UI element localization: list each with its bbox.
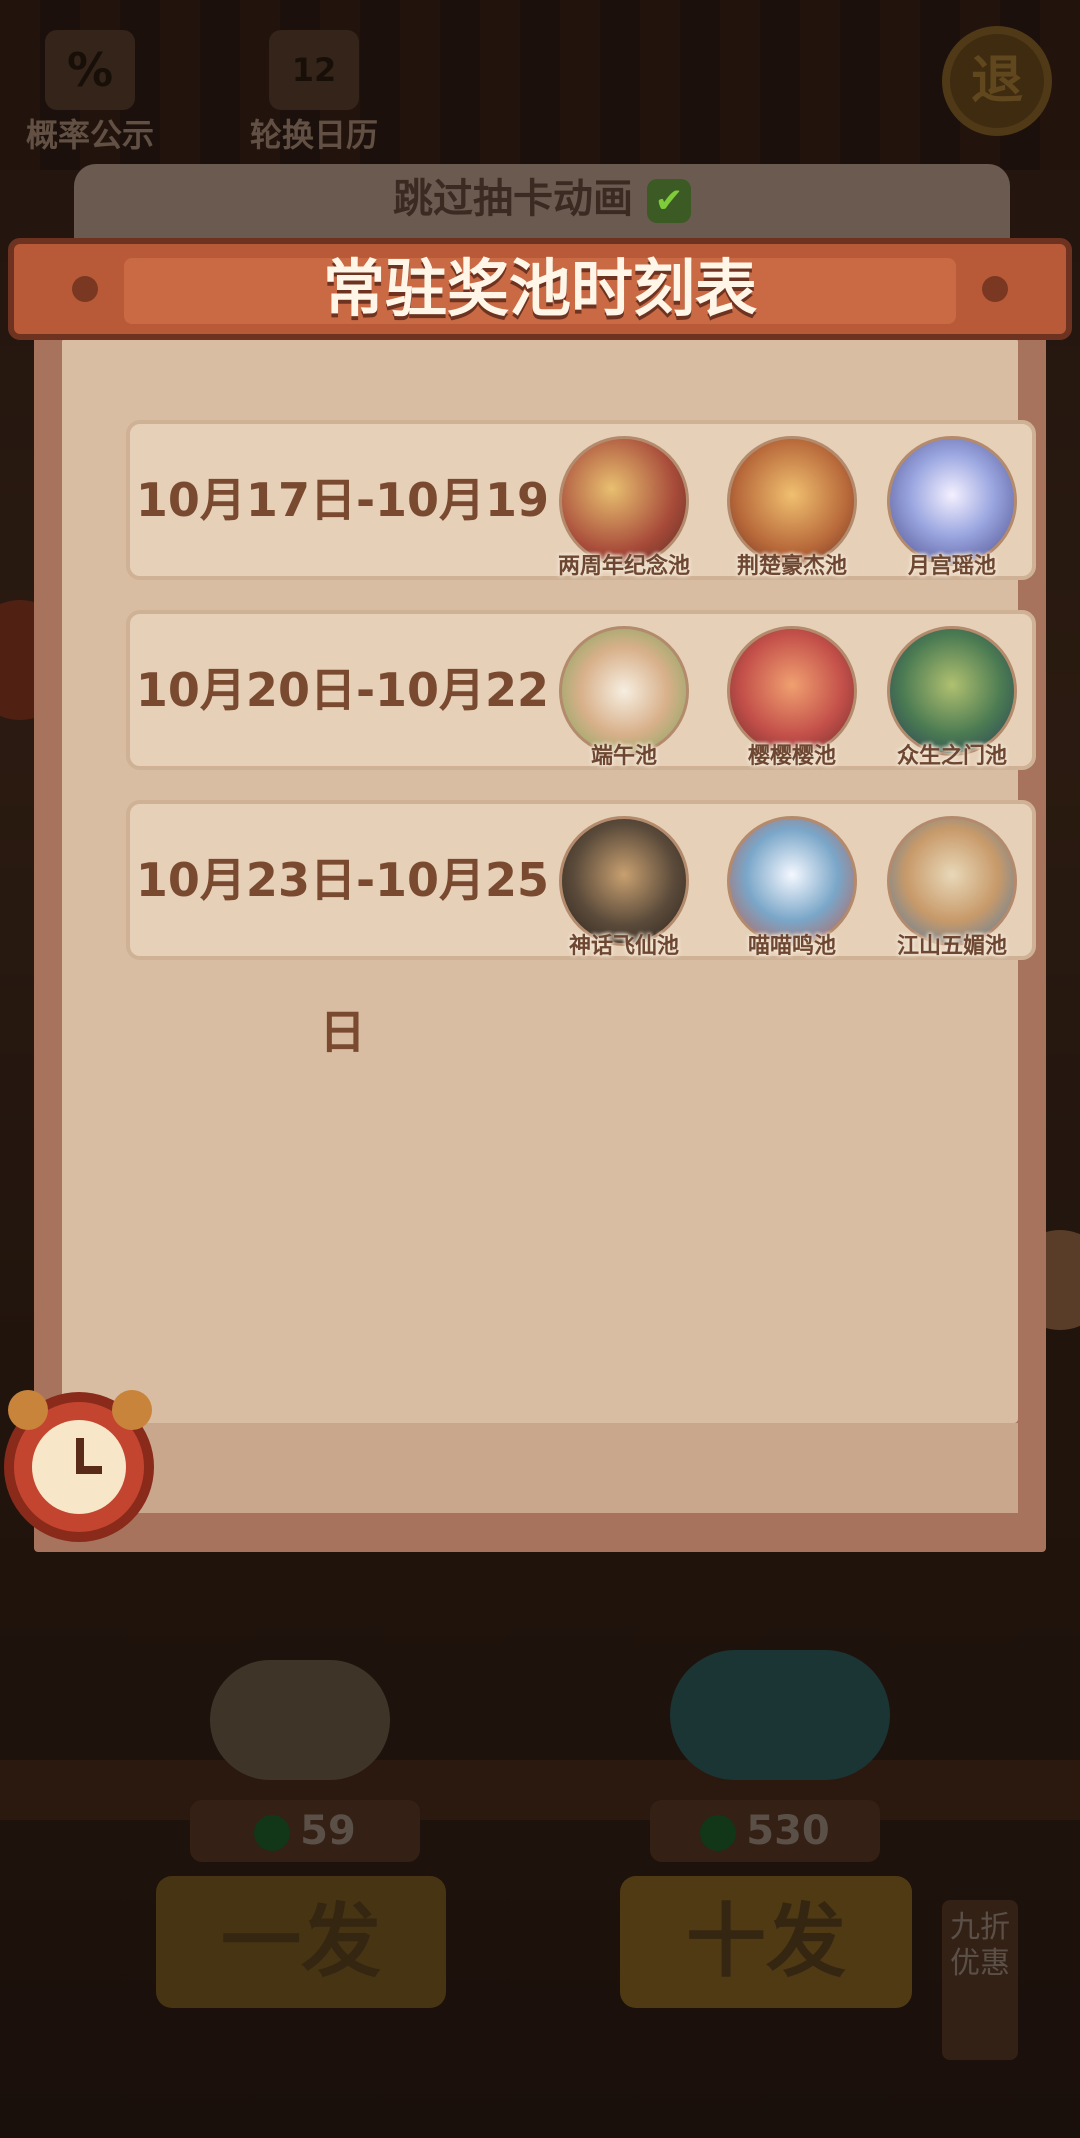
pool-item[interactable]: 江山五媚池 [882,816,1022,960]
pool-artwork [559,436,689,566]
pool-item[interactable]: 喵喵鸣池 [722,816,862,960]
schedule-row: 10月17日-10月19日 两周年纪念池 荆楚豪杰池 月宫瑶池 [126,420,1036,679]
pool-artwork [887,816,1017,946]
pool-item[interactable]: 众生之门池 [882,626,1022,770]
pool-item[interactable]: 神话飞仙池 [554,816,694,960]
pool-name: 端午池 [590,744,657,769]
pool-artwork [559,626,689,756]
pool-artwork [727,436,857,566]
pool-artwork [887,436,1017,566]
date-range: 10月20日-10月22日 [135,663,550,869]
pool-item[interactable]: 荆楚豪杰池 [722,436,862,580]
pool-name: 荆楚豪杰池 [736,554,847,579]
pool-artwork [727,626,857,756]
clock-face [32,1420,126,1514]
pool-item[interactable]: 端午池 [554,626,694,770]
pool-name: 两周年纪念池 [557,554,690,579]
schedule-panel-footer [62,1423,1018,1513]
schedule-title: 常驻奖池时刻表 [322,252,757,325]
date-range: 10月17日-10月19日 [135,473,550,679]
pool-name: 众生之门池 [896,744,1007,769]
clock-hand [76,1466,102,1474]
pool-item[interactable]: 月宫瑶池 [882,436,1022,580]
pool-item[interactable]: 两周年纪念池 [554,436,694,580]
pool-name: 月宫瑶池 [907,554,996,579]
checkmark-icon: ✔ [647,179,691,223]
pool-item[interactable]: 樱樱樱池 [722,626,862,770]
pool-artwork [727,816,857,946]
clock-bell [112,1390,152,1430]
pool-name: 江山五媚池 [896,934,1007,959]
pool-name: 樱樱樱池 [747,744,836,769]
pool-artwork [559,816,689,946]
pool-name: 神话飞仙池 [568,934,679,959]
schedule-row: 10月20日-10月22日 端午池 樱樱樱池 众生之门池 [126,610,1036,869]
pool-artwork [887,626,1017,756]
clock-bell [8,1390,48,1430]
skip-animation-label: 跳过抽卡动画 [393,176,633,222]
title-banner: 常驻奖池时刻表 [8,238,1072,340]
pool-name: 喵喵鸣池 [747,934,836,959]
schedule-row: 10月23日-10月25日 神话飞仙池 喵喵鸣池 江山五媚池 [126,800,1036,1059]
date-range: 10月23日-10月25日 [135,853,550,1059]
